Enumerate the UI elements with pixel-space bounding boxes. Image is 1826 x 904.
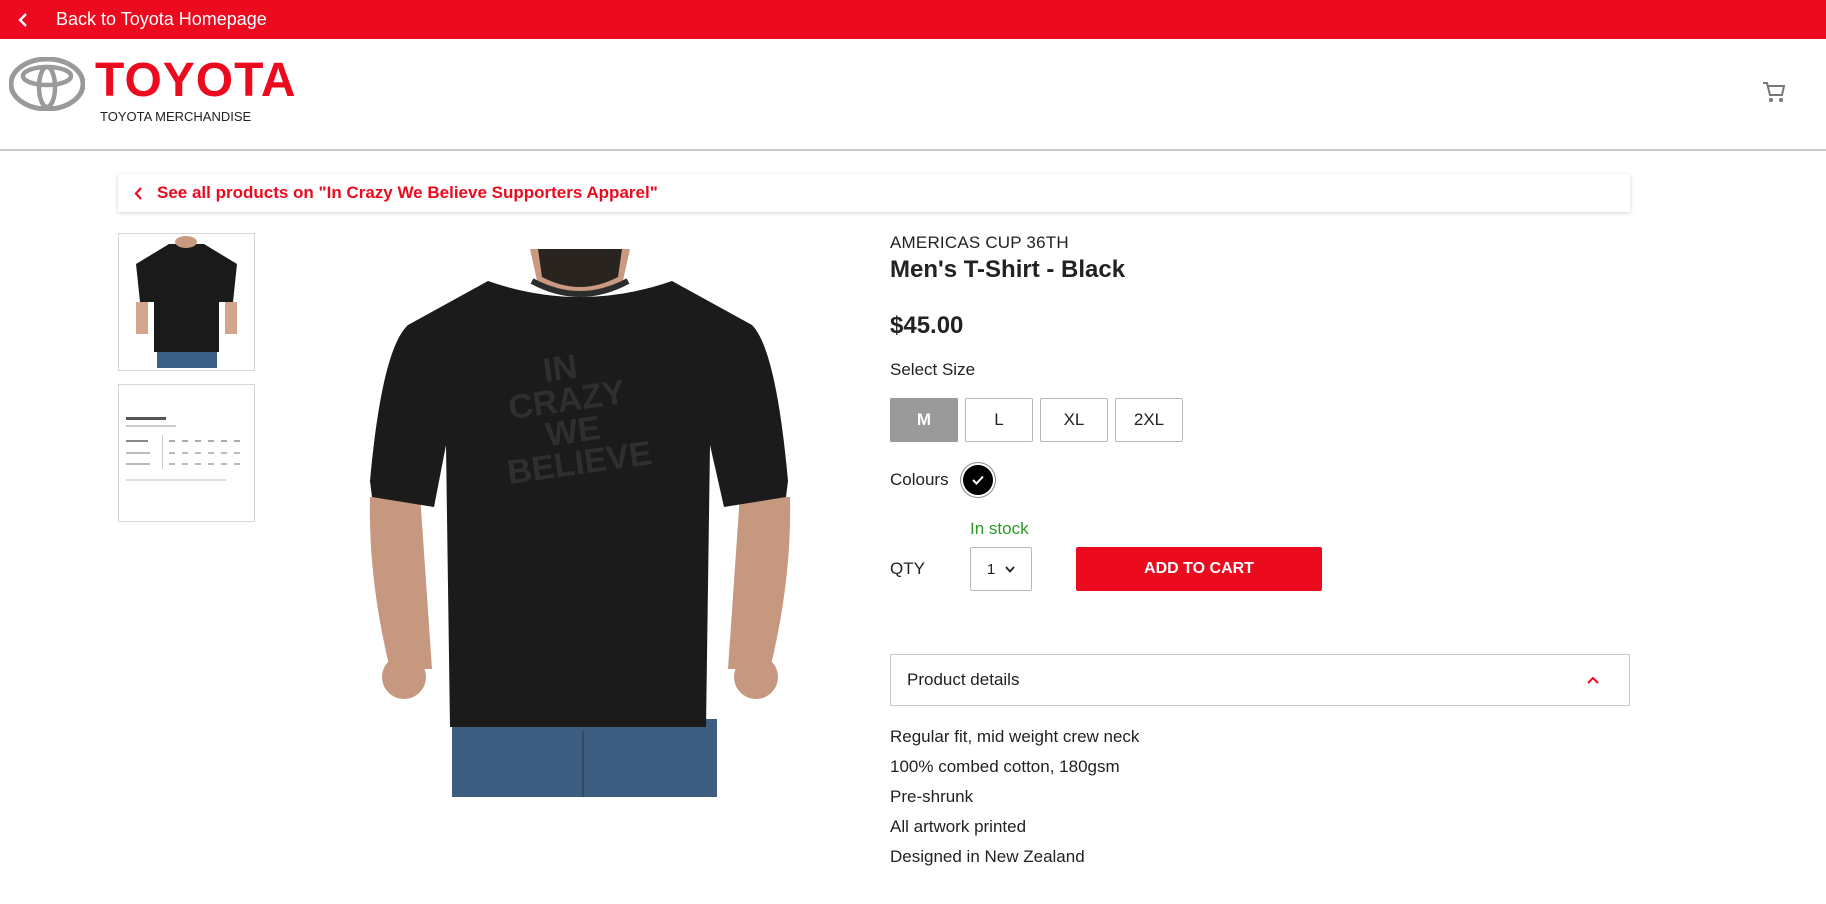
thumbnail-size-chart[interactable] bbox=[118, 384, 255, 522]
product-price: $45.00 bbox=[890, 312, 964, 339]
quantity-row: QTY 1 ADD TO CART bbox=[890, 547, 1630, 591]
size-option-m[interactable]: M bbox=[890, 398, 958, 442]
product-details-label: Product details bbox=[907, 670, 1020, 689]
thumbnail-front[interactable] bbox=[118, 233, 255, 371]
details-item: All artwork printed bbox=[890, 817, 1027, 836]
details-item: Pre-shrunk bbox=[890, 787, 974, 806]
brand-name: TOYOTA bbox=[95, 54, 297, 107]
product-collection: AMERICAS CUP 36TH bbox=[890, 233, 1069, 252]
qty-label: QTY bbox=[890, 559, 925, 578]
size-option-xl[interactable]: XL bbox=[1040, 398, 1108, 442]
size-option-2xl[interactable]: 2XL bbox=[1115, 398, 1183, 442]
chevron-up-icon bbox=[1587, 676, 1599, 684]
breadcrumb[interactable]: See all products on "In Crazy We Believe… bbox=[118, 174, 1630, 212]
product-details-toggle[interactable]: Product details bbox=[890, 654, 1630, 706]
site-header: TOYOTA TOYOTA MERCHANDISE bbox=[0, 39, 1826, 151]
chevron-left-icon[interactable] bbox=[12, 12, 34, 27]
size-option-l[interactable]: L bbox=[965, 398, 1033, 442]
details-item: Regular fit, mid weight crew neck bbox=[890, 727, 1140, 746]
breadcrumb-label[interactable]: See all products on "In Crazy We Believe… bbox=[157, 183, 658, 203]
quantity-value: 1 bbox=[986, 560, 996, 578]
details-item: 100% combed cotton, 180gsm bbox=[890, 757, 1120, 776]
quantity-select[interactable]: 1 bbox=[970, 547, 1032, 591]
back-to-homepage-link[interactable]: Back to Toyota Homepage bbox=[56, 9, 267, 30]
colours-label: Colours bbox=[890, 470, 949, 489]
chevron-left-icon bbox=[134, 186, 143, 200]
size-selector: M L XL 2XL bbox=[890, 398, 1630, 442]
brand-subtitle: TOYOTA MERCHANDISE bbox=[100, 109, 252, 124]
add-to-cart-button[interactable]: ADD TO CART bbox=[1076, 547, 1322, 591]
colour-swatch-black[interactable] bbox=[962, 465, 993, 495]
chevron-down-icon bbox=[1005, 565, 1015, 573]
cart-icon[interactable] bbox=[1762, 81, 1786, 108]
main-product-image: IN CRAZY WE BELIEVE bbox=[360, 249, 800, 797]
colour-selector: Colours bbox=[890, 465, 1630, 495]
toyota-emblem-icon bbox=[8, 56, 86, 116]
details-item: Designed in New Zealand bbox=[890, 847, 1085, 866]
top-bar: Back to Toyota Homepage bbox=[0, 0, 1826, 39]
product-details-list: Regular fit, mid weight crew neck 100% c… bbox=[890, 722, 1630, 872]
product-title: Men's T-Shirt - Black bbox=[890, 256, 1126, 283]
stock-status: In stock bbox=[970, 519, 1029, 538]
toyota-logo[interactable]: TOYOTA TOYOTA MERCHANDISE bbox=[8, 54, 297, 124]
product-info: AMERICAS CUP 36TH Men's T-Shirt - Black … bbox=[890, 233, 1630, 872]
size-label: Select Size bbox=[890, 360, 976, 379]
check-icon bbox=[971, 470, 984, 490]
